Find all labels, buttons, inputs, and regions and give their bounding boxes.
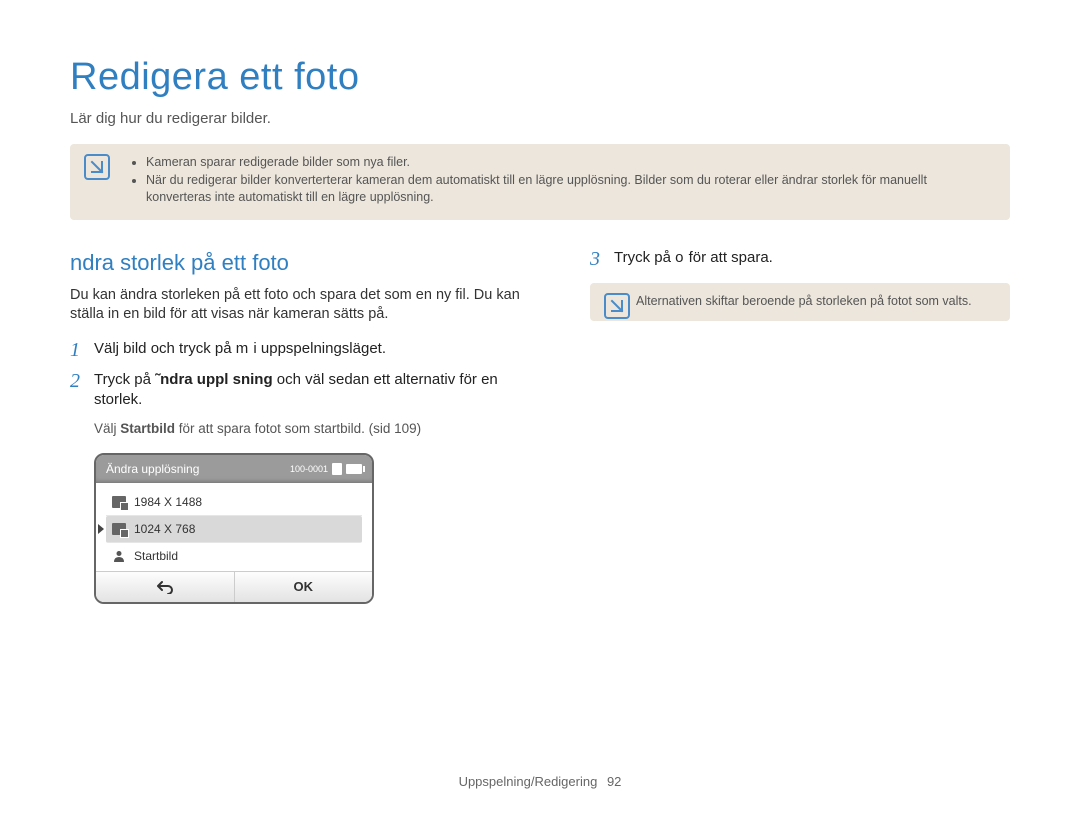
step-text: i uppspelningsläget. <box>249 340 386 357</box>
step-number: 2 <box>70 371 94 391</box>
ok-button[interactable]: OK <box>235 572 373 602</box>
startup-image-icon <box>112 549 126 563</box>
key-glyph: m <box>236 340 250 357</box>
camera-menu-item-label: 1024 X 768 <box>134 521 195 537</box>
step-3: 3 Tryck på o för att spara. <box>590 248 1010 269</box>
battery-icon <box>346 464 362 474</box>
back-button[interactable] <box>96 572 235 602</box>
camera-menu-footer: OK <box>96 571 372 602</box>
camera-menu: Ändra upplösning 100-0001 1984 X 1488 1 <box>94 453 374 604</box>
right-note: Alternativen skiftar beroende på storlek… <box>590 283 1010 321</box>
step-text: för att spara. <box>684 249 772 266</box>
note-icon <box>604 293 630 319</box>
camera-menu-item[interactable]: Startbild <box>106 543 362 569</box>
camera-counter: 100-0001 <box>290 463 328 475</box>
step-text: Tryck på <box>614 249 675 266</box>
section-heading: ndra storlek på ett foto <box>70 248 550 278</box>
page-number: 92 <box>607 774 621 789</box>
section-intro: Du kan ändra storleken på ett foto och s… <box>70 286 550 325</box>
camera-menu-item[interactable]: 1024 X 768 <box>106 516 362 543</box>
page-title: Redigera ett foto <box>70 52 1010 103</box>
camera-menu-item-label: 1984 X 1488 <box>134 494 202 510</box>
camera-menu-item-label: Startbild <box>134 548 178 564</box>
step-text: Tryck på <box>94 371 155 388</box>
step-text: Välj bild och tryck på <box>94 340 236 357</box>
camera-menu-item[interactable]: 1984 X 1488 <box>106 489 362 516</box>
step-number: 3 <box>590 249 614 269</box>
page-subtitle: Lär dig hur du redigerar bilder. <box>70 109 1010 129</box>
right-note-text: Alternativen skiftar beroende på storlek… <box>636 294 972 308</box>
camera-menu-title: Ändra upplösning <box>106 461 199 477</box>
sd-card-icon <box>332 463 342 475</box>
step-2-note: Välj Startbild för att spara fotot som s… <box>94 420 550 438</box>
step-bold: ˜ndra uppl sning <box>155 371 273 388</box>
resolution-icon <box>112 523 126 535</box>
top-note: Kameran sparar redigerade bilder som nya… <box>70 144 1010 221</box>
page-footer: Uppspelning/Redigering 92 <box>0 773 1080 791</box>
camera-menu-header: Ändra upplösning 100-0001 <box>96 455 372 483</box>
note-icon <box>84 154 110 180</box>
camera-menu-status: 100-0001 <box>290 463 362 475</box>
step-1: 1 Välj bild och tryck på m i uppspelning… <box>70 339 550 360</box>
camera-menu-list: 1984 X 1488 1024 X 768 Startbild <box>96 483 372 571</box>
top-note-item: När du redigerar bilder konverterterar k… <box>146 172 994 206</box>
step-number: 1 <box>70 340 94 360</box>
footer-section: Uppspelning/Redigering <box>459 774 598 789</box>
top-note-item: Kameran sparar redigerade bilder som nya… <box>146 154 994 171</box>
step-2: 2 Tryck på ˜ndra uppl sning och väl seda… <box>70 370 550 411</box>
resolution-icon <box>112 496 126 508</box>
